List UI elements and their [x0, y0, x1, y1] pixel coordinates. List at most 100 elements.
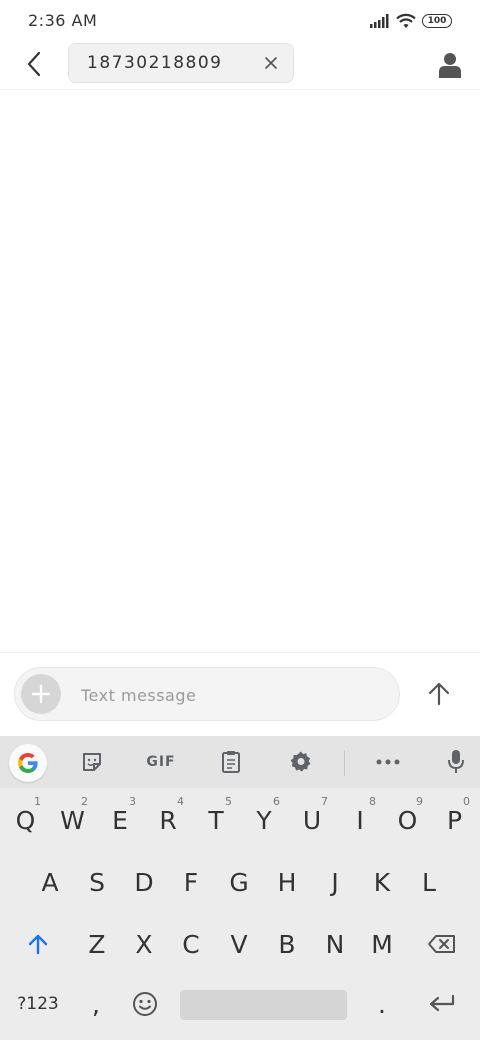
back-button[interactable] — [18, 48, 50, 80]
toolbar-divider — [344, 750, 345, 776]
key-label: P — [446, 805, 463, 835]
key-m[interactable]: M — [358, 916, 406, 972]
key-label: Z — [88, 929, 106, 959]
recipient-number: 18730218809 — [87, 53, 223, 73]
key-t[interactable]: T5 — [192, 792, 240, 848]
key-label: L — [422, 867, 436, 897]
key-b[interactable]: B — [263, 916, 311, 972]
status-bar: 2:36 AM 100 — [0, 0, 480, 40]
remove-recipient-button[interactable] — [263, 55, 279, 71]
key-label: O — [397, 805, 418, 835]
gear-icon — [290, 751, 311, 772]
back-arrow-icon — [27, 51, 41, 77]
key-label: Q — [15, 805, 36, 835]
compose-bar — [0, 652, 480, 736]
symbols-key[interactable]: ?123 — [2, 976, 74, 1032]
key-j[interactable]: J — [311, 854, 359, 910]
google-button[interactable] — [9, 744, 47, 782]
key-label: , — [92, 989, 100, 1019]
key-u[interactable]: U7 — [288, 792, 336, 848]
recipient-chip[interactable]: 18730218809 — [68, 43, 294, 83]
battery-icon: 100 — [422, 14, 452, 28]
key-hint: 3 — [129, 795, 136, 808]
shift-key[interactable] — [10, 916, 66, 972]
key-z[interactable]: Z — [73, 916, 121, 972]
more-horizontal-icon — [376, 759, 400, 765]
backspace-key[interactable] — [414, 916, 470, 972]
key-hint: 4 — [177, 795, 184, 808]
key-l[interactable]: L — [405, 854, 453, 910]
key-hint: 1 — [34, 795, 41, 808]
close-icon — [265, 57, 277, 69]
sticker-icon — [83, 753, 101, 771]
gif-label: GIF — [146, 754, 176, 770]
key-hint: 0 — [463, 795, 470, 808]
key-o[interactable]: O9 — [384, 792, 431, 848]
shift-arrow-icon — [28, 934, 48, 955]
sticker-button[interactable] — [74, 744, 110, 780]
key-a[interactable]: A — [26, 854, 74, 910]
key-hint: 9 — [416, 795, 423, 808]
key-label: F — [183, 867, 199, 897]
key-n[interactable]: N — [311, 916, 359, 972]
send-button[interactable] — [420, 675, 458, 713]
key-g[interactable]: G — [215, 854, 263, 910]
settings-button[interactable] — [283, 744, 319, 780]
key-label: K — [373, 867, 391, 897]
comma-key[interactable]: , — [76, 976, 116, 1032]
enter-key[interactable] — [414, 976, 470, 1032]
more-button[interactable] — [370, 744, 406, 780]
key-r[interactable]: R4 — [144, 792, 192, 848]
person-icon — [439, 53, 461, 78]
key-hint: 5 — [225, 795, 232, 808]
key-h[interactable]: H — [263, 854, 311, 910]
key-label: V — [230, 929, 248, 959]
key-x[interactable]: X — [120, 916, 168, 972]
key-c[interactable]: C — [167, 916, 215, 972]
compose-box — [14, 667, 400, 721]
key-w[interactable]: W2 — [49, 792, 96, 848]
emoji-icon — [133, 992, 157, 1016]
key-label: D — [134, 867, 154, 897]
key-label: Y — [256, 805, 272, 835]
key-label: . — [378, 989, 386, 1019]
key-label: ?123 — [17, 994, 59, 1014]
key-d[interactable]: D — [120, 854, 168, 910]
key-hint: 8 — [369, 795, 376, 808]
status-time: 2:36 AM — [28, 11, 98, 30]
message-input[interactable] — [81, 682, 381, 708]
key-hint: 6 — [273, 795, 280, 808]
key-label: T — [208, 805, 224, 835]
key-label: R — [159, 805, 177, 835]
keyboard-toolbar: GIF — [0, 736, 480, 788]
key-y[interactable]: Y6 — [240, 792, 288, 848]
status-icons: 100 — [370, 12, 452, 30]
key-label: G — [229, 867, 249, 897]
google-icon — [18, 753, 38, 773]
emoji-key[interactable] — [122, 976, 168, 1032]
key-label: M — [371, 929, 393, 959]
clipboard-button[interactable] — [213, 744, 249, 780]
key-s[interactable]: S — [73, 854, 121, 910]
add-contact-button[interactable] — [434, 49, 466, 81]
space-key[interactable] — [180, 990, 347, 1020]
key-label: H — [277, 867, 297, 897]
keyboard: GIF Q 1 W 2 E 3 R 4 T 5 Y 6 U 7 I 8 O 9 … — [0, 736, 480, 1040]
key-v[interactable]: V — [215, 916, 263, 972]
key-k[interactable]: K — [358, 854, 406, 910]
key-label: X — [135, 929, 153, 959]
add-attachment-button[interactable] — [21, 674, 61, 714]
key-p[interactable]: P0 — [431, 792, 478, 848]
clipboard-icon — [222, 751, 240, 773]
key-i[interactable]: I8 — [336, 792, 384, 848]
enter-icon — [429, 994, 455, 1012]
period-key[interactable]: . — [360, 976, 404, 1032]
key-f[interactable]: F — [167, 854, 215, 910]
wifi-icon — [396, 13, 416, 28]
key-e[interactable]: E3 — [96, 792, 144, 848]
gif-button[interactable]: GIF — [143, 744, 179, 780]
key-hint: 7 — [321, 795, 328, 808]
key-q[interactable]: Q1 — [2, 792, 49, 848]
key-label: E — [112, 805, 128, 835]
voice-input-button[interactable] — [438, 744, 474, 780]
